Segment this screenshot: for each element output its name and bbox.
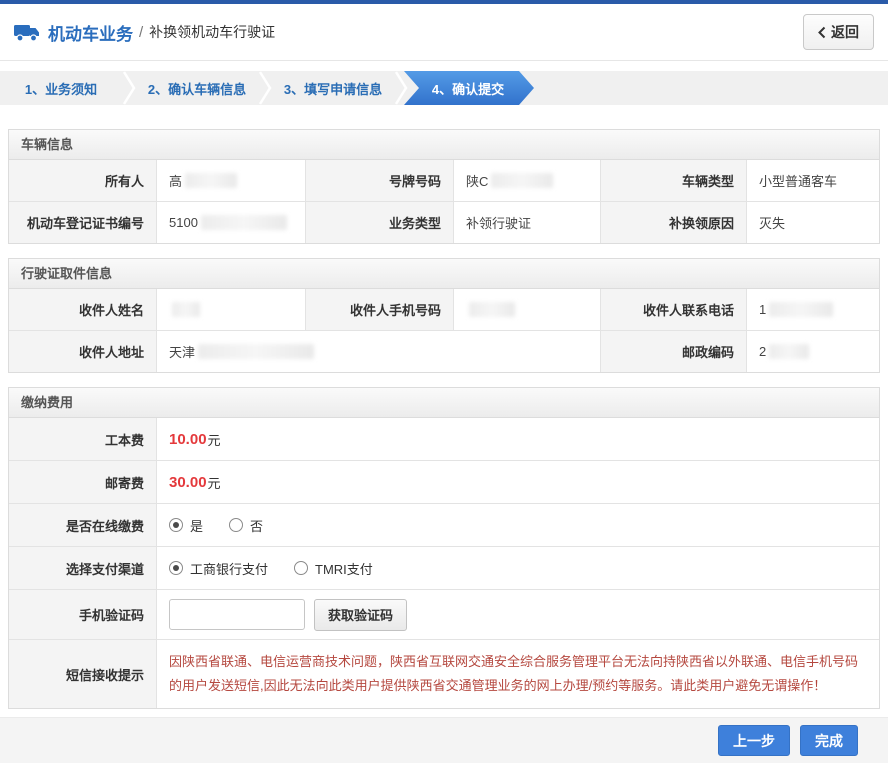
pickup-info-section: 行驶证取件信息 收件人姓名 收件人手机号码 收件人联系电话 1 收件人地址 天津…: [8, 258, 880, 373]
table-row: 机动车登记证书编号 5100 业务类型 补领行驶证 补换领原因 灭失: [9, 202, 879, 243]
vehicle-type-label: 车辆类型: [601, 160, 747, 201]
form-footer: 上一步 完成: [0, 717, 888, 763]
redacted-value: [201, 215, 287, 230]
recipient-phone-value: 1: [747, 289, 879, 330]
table-row: 收件人地址 天津 邮政编码 2: [9, 331, 879, 372]
recipient-name-label: 收件人姓名: [9, 289, 157, 330]
production-fee-amount: 10.00: [169, 431, 207, 448]
recipient-address-label: 收件人地址: [9, 331, 157, 372]
redacted-value: [469, 302, 515, 317]
back-button-label: 返回: [831, 22, 859, 42]
online-payment-options: 是 否: [157, 504, 879, 546]
business-type-value: 补领行驶证: [454, 202, 601, 243]
recipient-address-value: 天津: [157, 331, 601, 372]
postal-code-value: 2: [747, 331, 879, 372]
vehicle-type-value: 小型普通客车: [747, 160, 879, 201]
table-row: 手机验证码 获取验证码: [9, 590, 879, 640]
payment-channel-options: 工商银行支付 TMRI支付: [157, 547, 879, 589]
postage-fee-value: 30.00 元: [157, 461, 879, 503]
step-2-confirm-vehicle[interactable]: 2、确认车辆信息: [136, 71, 258, 105]
step-1-notice[interactable]: 1、业务须知: [0, 71, 122, 105]
sms-notice-cell: 因陕西省联通、电信运营商技术问题，陕西省互联网交通安全综合服务管理平台无法向持陕…: [157, 640, 879, 708]
production-fee-unit: 元: [208, 430, 221, 449]
redacted-value: [769, 344, 809, 359]
sms-notice-text: 因陕西省联通、电信运营商技术问题，陕西省互联网交通安全综合服务管理平台无法向持陕…: [169, 650, 865, 698]
replacement-reason-label: 补换领原因: [601, 202, 747, 243]
back-button[interactable]: 返回: [803, 14, 874, 50]
truck-icon: [14, 22, 40, 42]
tmri-pay-radio[interactable]: [294, 561, 308, 575]
tmri-pay-label[interactable]: TMRI支付: [315, 559, 373, 578]
postage-fee-amount: 30.00: [169, 474, 207, 491]
table-row: 邮寄费 30.00 元: [9, 461, 879, 504]
online-payment-yes-radio[interactable]: [169, 518, 183, 532]
get-sms-code-button[interactable]: 获取验证码: [314, 599, 407, 631]
step-separator-icon: [122, 71, 136, 105]
plate-number-value: 陕C: [454, 160, 601, 201]
pickup-info-title: 行驶证取件信息: [9, 259, 879, 289]
sms-code-cell: 获取验证码: [157, 590, 879, 639]
sms-code-input[interactable]: [169, 599, 305, 630]
vehicle-info-title: 车辆信息: [9, 130, 879, 160]
recipient-mobile-value: [454, 289, 601, 330]
icbc-pay-label[interactable]: 工商银行支付: [190, 559, 268, 578]
redacted-value: [769, 302, 833, 317]
owner-label: 所有人: [9, 160, 157, 201]
sms-code-label: 手机验证码: [9, 590, 157, 639]
step-4-confirm-submit[interactable]: 4、确认提交: [404, 71, 534, 105]
table-row: 工本费 10.00 元: [9, 418, 879, 461]
recipient-mobile-label: 收件人手机号码: [306, 289, 454, 330]
step-progress-bar: 1、业务须知 2、确认车辆信息 3、填写申请信息 4、确认提交: [0, 71, 888, 105]
payment-section: 缴纳费用 工本费 10.00 元 邮寄费 30.00 元 是否在线缴费 是 否 …: [8, 387, 880, 709]
page-header: 机动车业务 / 补换领机动车行驶证 返回: [0, 4, 888, 61]
step-separator-icon: [394, 71, 408, 105]
plate-number-label: 号牌号码: [306, 160, 454, 201]
table-row: 收件人姓名 收件人手机号码 收件人联系电话 1: [9, 289, 879, 331]
step-3-fill-application[interactable]: 3、填写申请信息: [272, 71, 394, 105]
step-separator-icon: [258, 71, 272, 105]
production-fee-value: 10.00 元: [157, 418, 879, 460]
online-payment-label: 是否在线缴费: [9, 504, 157, 546]
breadcrumb-current: 补换领机动车行驶证: [149, 22, 275, 42]
production-fee-label: 工本费: [9, 418, 157, 460]
icbc-pay-radio[interactable]: [169, 561, 183, 575]
registration-cert-number-value: 5100: [157, 202, 306, 243]
chevron-left-icon: [818, 26, 826, 39]
payment-title: 缴纳费用: [9, 388, 879, 418]
payment-channel-label: 选择支付渠道: [9, 547, 157, 589]
table-row: 是否在线缴费 是 否: [9, 504, 879, 547]
table-row: 短信接收提示 因陕西省联通、电信运营商技术问题，陕西省互联网交通安全综合服务管理…: [9, 640, 879, 708]
online-payment-yes-label[interactable]: 是: [190, 516, 203, 535]
postage-fee-label: 邮寄费: [9, 461, 157, 503]
postal-code-label: 邮政编码: [601, 331, 747, 372]
redacted-value: [185, 173, 237, 188]
owner-value: 高: [157, 160, 306, 201]
breadcrumb-separator: /: [139, 24, 143, 41]
redacted-value: [491, 173, 553, 188]
table-row: 所有人 高 号牌号码 陕C 车辆类型 小型普通客车: [9, 160, 879, 202]
recipient-name-value: [157, 289, 306, 330]
redacted-value: [198, 344, 314, 359]
page-title: 机动车业务: [48, 20, 133, 45]
registration-cert-number-label: 机动车登记证书编号: [9, 202, 157, 243]
online-payment-no-radio[interactable]: [229, 518, 243, 532]
online-payment-no-label[interactable]: 否: [250, 516, 263, 535]
recipient-phone-label: 收件人联系电话: [601, 289, 747, 330]
replacement-reason-value: 灭失: [747, 202, 879, 243]
finish-button[interactable]: 完成: [800, 725, 858, 756]
table-row: 选择支付渠道 工商银行支付 TMRI支付: [9, 547, 879, 590]
business-type-label: 业务类型: [306, 202, 454, 243]
sms-notice-label: 短信接收提示: [9, 640, 157, 708]
redacted-value: [172, 302, 200, 317]
postage-fee-unit: 元: [208, 473, 221, 492]
previous-step-button[interactable]: 上一步: [718, 725, 790, 756]
vehicle-info-section: 车辆信息 所有人 高 号牌号码 陕C 车辆类型 小型普通客车 机动车登记证书编号…: [8, 129, 880, 244]
